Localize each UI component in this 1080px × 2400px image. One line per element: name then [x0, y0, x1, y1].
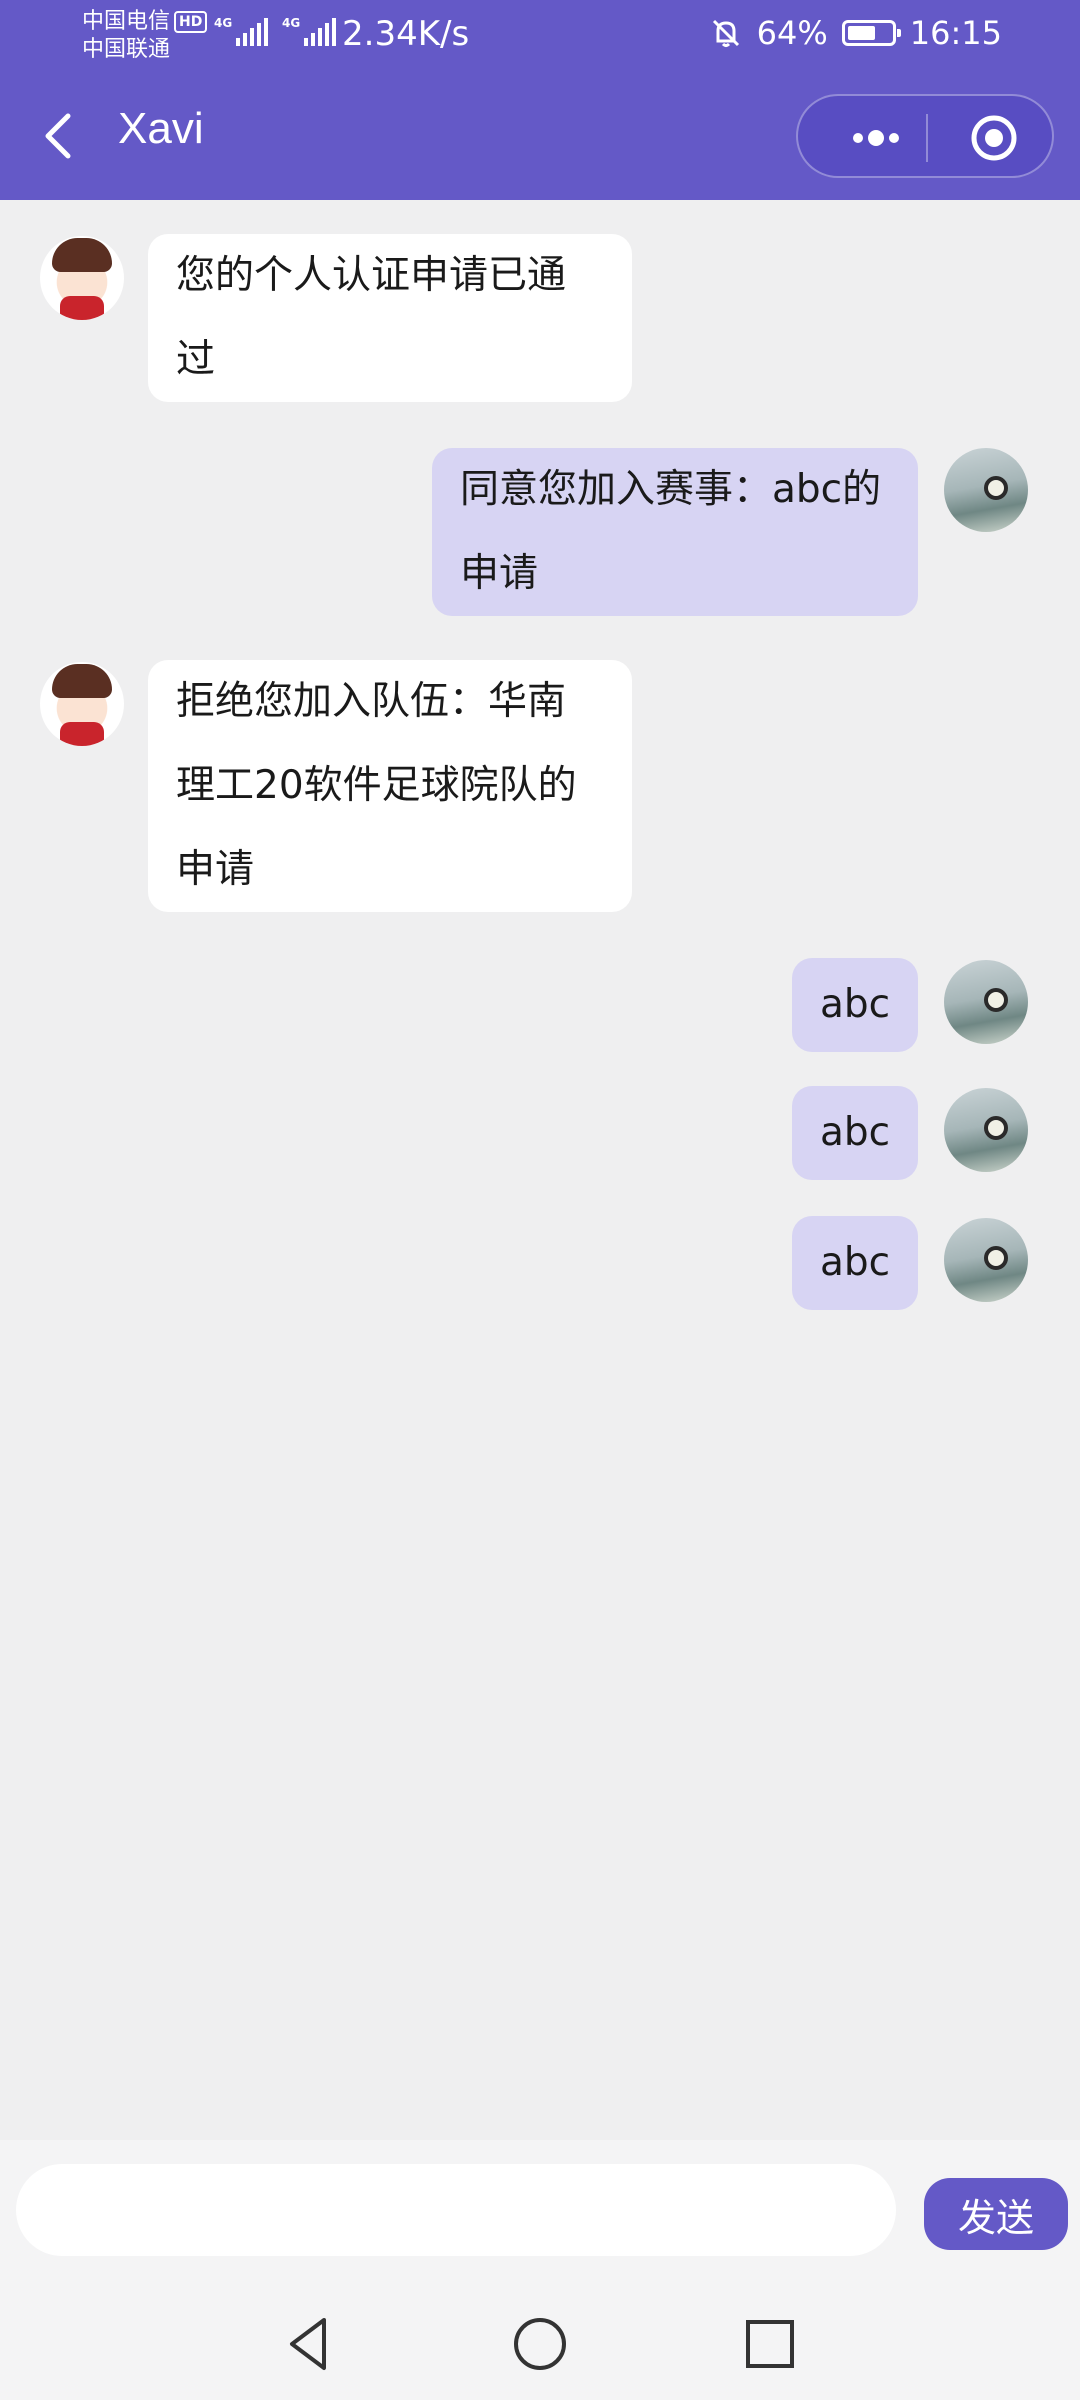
more-icon[interactable] [834, 112, 918, 164]
close-miniprogram-icon[interactable] [968, 112, 1020, 164]
message-list[interactable]: 您的个人认证申请已通过 同意您加入赛事：abc的申请 拒绝您加入队伍：华南理工2… [0, 200, 1080, 2140]
nav-home-icon[interactable] [508, 2312, 572, 2376]
message-input[interactable] [16, 2164, 896, 2256]
status-bar: 中国电信 HD 中国联通 4G 4G 2.34K/s 64% 16:15 [0, 0, 1080, 72]
chat-screen: 中国电信 HD 中国联通 4G 4G 2.34K/s 64% 16:15 Xav… [0, 0, 1080, 2400]
signal-1-icon: 4G [214, 16, 268, 46]
signal-indicators: 4G 4G [214, 16, 336, 46]
carrier-info: 中国电信 HD 中国联通 [82, 8, 208, 64]
message-bubble: abc [792, 958, 918, 1052]
net-speed: 2.34K/s [342, 14, 470, 54]
hd-badge: HD [174, 11, 208, 33]
battery-icon [841, 20, 901, 46]
photo-avatar[interactable] [944, 960, 1028, 1044]
photo-avatar[interactable] [944, 1088, 1028, 1172]
clock: 16:15 [909, 14, 1002, 52]
miniprogram-capsule [796, 94, 1054, 178]
message-bubble: abc [792, 1086, 918, 1180]
carrier-2-label: 中国联通 [82, 37, 171, 62]
battery-percent: 64% [756, 14, 828, 52]
cartoon-avatar[interactable] [40, 236, 124, 320]
capsule-divider [926, 114, 928, 162]
send-button[interactable]: 发送 [924, 2178, 1068, 2250]
status-right: 64% 16:15 [709, 14, 1002, 52]
cartoon-avatar[interactable] [40, 662, 124, 746]
message-bubble: 同意您加入赛事：abc的申请 [432, 448, 918, 616]
bell-muted-icon [712, 19, 739, 47]
message-bubble: 您的个人认证申请已通过 [148, 234, 632, 402]
photo-avatar[interactable] [944, 448, 1028, 532]
input-bar: 发送 [0, 2140, 1080, 2290]
system-nav-bar [0, 2290, 1080, 2400]
chat-title: Xavi [118, 104, 204, 153]
back-icon[interactable] [36, 108, 84, 164]
nav-back-icon[interactable] [276, 2312, 340, 2376]
message-bubble: abc [792, 1216, 918, 1310]
carrier-1-label: 中国电信 [82, 9, 171, 34]
nav-bar: Xavi [0, 72, 1080, 200]
nav-recents-icon[interactable] [738, 2312, 802, 2376]
photo-avatar[interactable] [944, 1218, 1028, 1302]
signal-2-icon: 4G [282, 16, 336, 46]
message-bubble: 拒绝您加入队伍：华南理工20软件足球院队的申请 [148, 660, 632, 912]
